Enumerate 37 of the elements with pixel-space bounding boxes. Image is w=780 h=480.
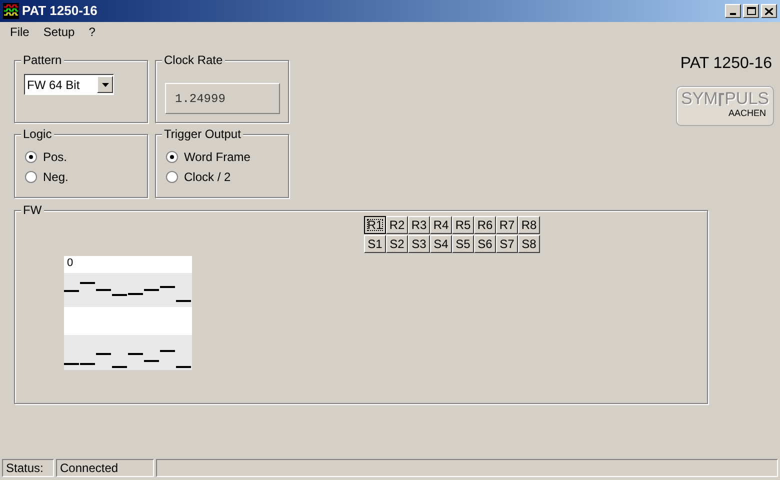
window-title: PAT 1250-16 — [22, 2, 98, 20]
pattern-dropdown[interactable]: FW 64 Bit — [24, 74, 114, 95]
group-label: Logic — [21, 127, 54, 141]
device-name: PAT 1250-16 — [680, 54, 772, 74]
register-button[interactable]: R3 — [408, 216, 430, 234]
group-label: FW — [21, 203, 44, 217]
menu-item[interactable]: ? — [88, 23, 96, 41]
plot-label: 0 — [67, 257, 74, 269]
radio-label: Neg. — [43, 169, 68, 186]
menu-item[interactable]: Setup — [43, 23, 75, 41]
register-button[interactable]: S7 — [496, 235, 518, 253]
register-button[interactable]: S1 — [364, 235, 386, 253]
group-label: Trigger Output — [162, 127, 243, 141]
register-button[interactable]: S2 — [386, 235, 408, 253]
register-button[interactable]: S8 — [518, 235, 540, 253]
register-button[interactable]: R2 — [386, 216, 408, 234]
register-button[interactable]: R4 — [430, 216, 452, 234]
register-button[interactable]: S4 — [430, 235, 452, 253]
company-logo: SYM PULS AACHEN — [676, 86, 774, 126]
register-button[interactable]: R8 — [518, 216, 540, 234]
register-button[interactable]: R1 — [364, 216, 386, 234]
menu-item[interactable]: File — [10, 23, 30, 41]
radio-label: Clock / 2 — [184, 169, 231, 186]
register-button[interactable]: R7 — [496, 216, 518, 234]
register-button[interactable]: R5 — [452, 216, 474, 234]
register-button[interactable]: R6 — [474, 216, 496, 234]
radio-label: Pos. — [43, 149, 68, 166]
register-button[interactable]: S3 — [408, 235, 430, 253]
status-value: Connected — [56, 459, 154, 477]
radio-label: Word Frame — [184, 149, 250, 166]
status-label: Status: — [2, 459, 54, 477]
register-button[interactable]: S6 — [474, 235, 496, 253]
group-label: Clock Rate — [162, 53, 225, 67]
register-button[interactable]: S5 — [452, 235, 474, 253]
group-label: Pattern — [21, 53, 64, 67]
dropdown-value: FW 64 Bit — [26, 76, 81, 94]
clock-rate-display: 1.24999 — [165, 83, 280, 114]
